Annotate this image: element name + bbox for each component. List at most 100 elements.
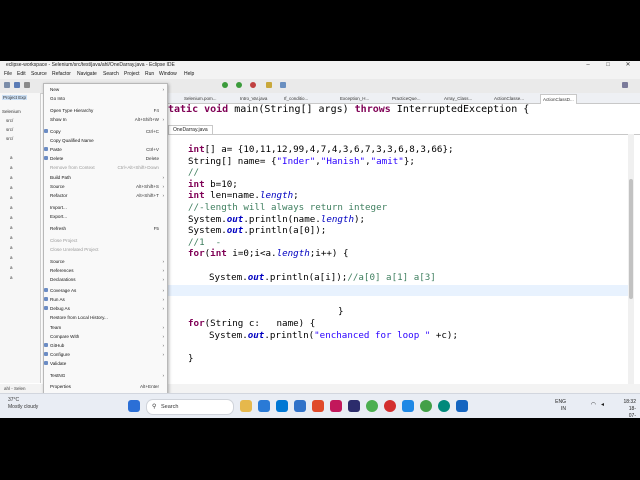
app-icon-4[interactable] bbox=[456, 400, 468, 412]
context-menu-item[interactable]: Restore from Local History... bbox=[44, 313, 167, 322]
context-menu-item[interactable]: New › bbox=[44, 85, 167, 94]
tree-item[interactable]: a bbox=[10, 175, 13, 180]
run-icon[interactable] bbox=[222, 82, 228, 88]
chrome-icon-2[interactable] bbox=[420, 400, 432, 412]
tree-item[interactable]: a bbox=[10, 185, 13, 190]
app-icon-2[interactable] bbox=[402, 400, 414, 412]
tree-item[interactable]: src/ bbox=[6, 127, 13, 132]
menu-help[interactable]: Help bbox=[184, 70, 194, 79]
menu-file[interactable]: File bbox=[4, 70, 12, 79]
context-menu-item[interactable]: Source › bbox=[44, 257, 167, 266]
tree-item[interactable]: a bbox=[10, 205, 13, 210]
context-menu-item[interactable]: Open Type Hierarchy F4 bbox=[44, 106, 167, 115]
context-menu-item[interactable]: GitHub › bbox=[44, 341, 167, 350]
context-menu-item[interactable]: Team › bbox=[44, 323, 167, 332]
clock[interactable]: 18:3218-07-2024 bbox=[623, 399, 636, 418]
new-file-icon[interactable] bbox=[4, 82, 10, 88]
chrome-icon[interactable] bbox=[366, 400, 378, 412]
context-menu-item[interactable]: Delete Delete bbox=[44, 154, 167, 163]
tree-item[interactable]: a bbox=[10, 255, 13, 260]
menu-edit[interactable]: Edit bbox=[17, 70, 26, 79]
editor-tab-active[interactable]: ActionClassD... bbox=[540, 94, 577, 104]
context-menu-item[interactable]: Export... bbox=[44, 212, 167, 221]
tree-item[interactable]: a bbox=[10, 275, 13, 280]
tree-item[interactable]: a bbox=[10, 165, 13, 170]
edge-icon[interactable] bbox=[258, 400, 270, 412]
context-menu-item[interactable]: Debug As › bbox=[44, 304, 167, 313]
menu-search[interactable]: Search bbox=[103, 70, 119, 79]
external-tools-icon[interactable] bbox=[250, 82, 256, 88]
tree-item[interactable]: a bbox=[10, 225, 13, 230]
scrollbar-thumb[interactable] bbox=[629, 179, 633, 299]
menu-navigate[interactable]: Navigate bbox=[77, 70, 97, 79]
file-explorer-icon[interactable] bbox=[240, 400, 252, 412]
context-menu-item[interactable]: Run As › bbox=[44, 295, 167, 304]
context-menu-item[interactable]: Build Path › bbox=[44, 173, 167, 182]
editor-tab[interactable]: ActionClasse... bbox=[494, 94, 524, 103]
tree-item[interactable]: a bbox=[10, 265, 13, 270]
close-icon[interactable]: ✕ bbox=[618, 61, 638, 70]
context-menu-item[interactable]: Go Into bbox=[44, 94, 167, 103]
menu-project[interactable]: Project bbox=[124, 70, 140, 79]
menu-source[interactable]: Source bbox=[31, 70, 47, 79]
context-menu-item[interactable]: Validate bbox=[44, 359, 167, 368]
speaker-icon[interactable]: ◂ bbox=[601, 402, 604, 409]
context-menu-item[interactable]: Coverage As › bbox=[44, 286, 167, 295]
language-indicator[interactable]: ENG IN bbox=[555, 399, 566, 413]
editor-tab[interactable]: Array_Class... bbox=[444, 94, 472, 103]
desktop-screen: eclipse-workspace - Selenium/src/test/ja… bbox=[0, 61, 640, 418]
editor-tab[interactable]: Exception_H... bbox=[340, 94, 369, 103]
tree-item[interactable]: a bbox=[10, 235, 13, 240]
context-menu-item[interactable]: Refactor Alt+Shift+T › bbox=[44, 191, 167, 200]
print-icon[interactable] bbox=[24, 82, 30, 88]
weather-widget[interactable]: 37°C Mostly cloudy bbox=[8, 397, 38, 411]
perspective-icon[interactable] bbox=[622, 82, 628, 88]
project-explorer-title[interactable]: Project Exp bbox=[2, 95, 28, 100]
context-menu-item[interactable]: Refresh F5 bbox=[44, 224, 167, 233]
start-icon[interactable] bbox=[128, 400, 140, 412]
menu-refactor[interactable]: Refactor bbox=[52, 70, 71, 79]
context-menu-item[interactable]: Copy Ctrl+C bbox=[44, 127, 167, 136]
taskbar-search[interactable]: ⚲ Search bbox=[146, 399, 234, 415]
editor-tab[interactable]: PracticeQue... bbox=[392, 94, 421, 103]
context-menu-item[interactable]: Copy Qualified Name bbox=[44, 136, 167, 145]
context-menu-item[interactable]: Paste Ctrl+V bbox=[44, 145, 167, 154]
eclipse-icon[interactable] bbox=[348, 400, 360, 412]
editor-tab[interactable]: If_conditio... bbox=[284, 94, 308, 103]
menu-run[interactable]: Run bbox=[145, 70, 154, 79]
open-type-icon[interactable] bbox=[266, 82, 272, 88]
context-menu-item[interactable]: Compare With › bbox=[44, 332, 167, 341]
opera-icon[interactable] bbox=[384, 400, 396, 412]
app-icon[interactable] bbox=[330, 400, 342, 412]
editor-tab[interactable]: Intro_Var.java bbox=[240, 94, 267, 103]
app-icon-3[interactable] bbox=[438, 400, 450, 412]
tree-item[interactable]: src/ bbox=[6, 118, 13, 123]
context-menu-item[interactable]: Properties Alt+Enter bbox=[44, 382, 167, 391]
coverage-icon[interactable] bbox=[236, 82, 242, 88]
search-toolbar-icon[interactable] bbox=[280, 82, 286, 88]
minimize-icon[interactable]: – bbox=[578, 61, 598, 70]
context-menu-item[interactable]: TestNG › bbox=[44, 371, 167, 380]
context-menu-item[interactable]: Import... bbox=[44, 203, 167, 212]
tree-item[interactable]: a bbox=[10, 195, 13, 200]
tree-item[interactable]: a bbox=[10, 245, 13, 250]
tree-item[interactable]: src/ bbox=[6, 136, 13, 141]
tree-item[interactable]: a bbox=[10, 215, 13, 220]
office-icon[interactable] bbox=[312, 400, 324, 412]
clock-date: 18-07-2024 bbox=[628, 406, 636, 418]
wifi-icon[interactable]: ◠ bbox=[591, 402, 596, 409]
maximize-icon[interactable]: □ bbox=[598, 61, 618, 70]
editor-scrollbar[interactable] bbox=[628, 134, 634, 384]
store-icon[interactable] bbox=[276, 400, 288, 412]
save-icon[interactable] bbox=[14, 82, 20, 88]
context-menu-item[interactable]: Configure › bbox=[44, 350, 167, 359]
context-menu-item[interactable]: References › bbox=[44, 266, 167, 275]
outlook-icon[interactable] bbox=[294, 400, 306, 412]
context-menu-item[interactable]: Declarations › bbox=[44, 275, 167, 284]
context-menu-item[interactable]: Source Alt+Shift+S › bbox=[44, 182, 167, 191]
context-menu-item[interactable]: Show In Alt+Shift+W › bbox=[44, 115, 167, 124]
editor-tab[interactable]: Selenium.pom... bbox=[184, 94, 217, 103]
tree-item[interactable]: a bbox=[10, 155, 13, 160]
menu-window[interactable]: Window bbox=[159, 70, 177, 79]
tree-item[interactable]: Selenium bbox=[2, 109, 21, 114]
